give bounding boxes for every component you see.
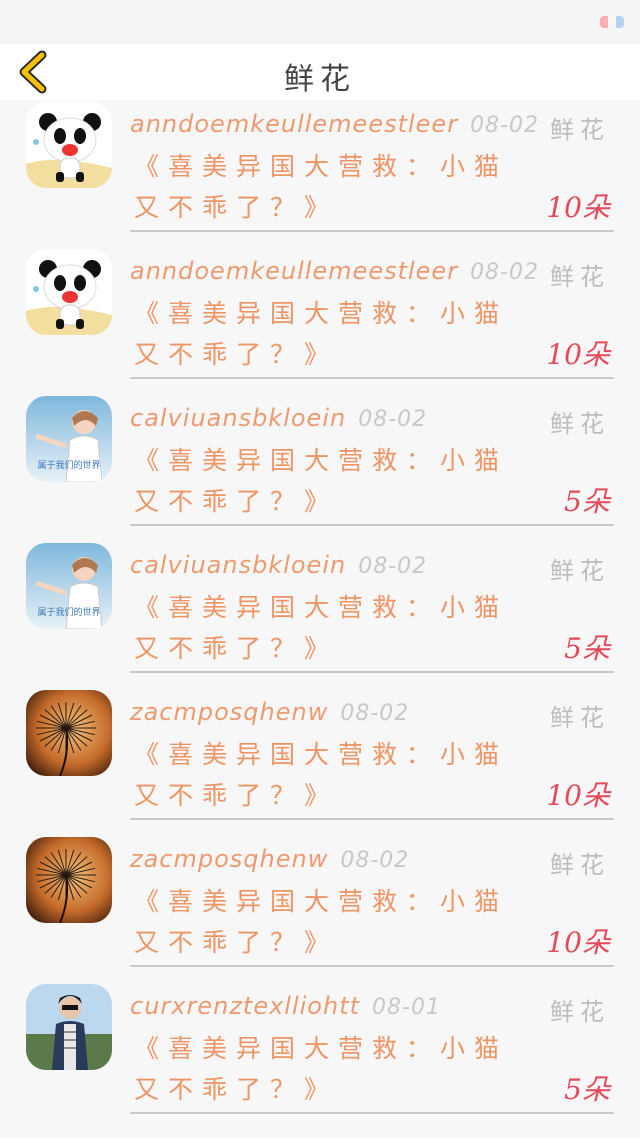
flower-label: 鲜花 <box>550 704 610 732</box>
username-text: calviuansbkloein <box>130 551 347 579</box>
username-text: anndoemkeullemeestleer <box>130 257 459 285</box>
flower-count: 10朵 <box>546 191 610 224</box>
flower-count: 10朵 <box>546 779 610 812</box>
username-text: zacmposqhenw <box>130 698 329 726</box>
flower-count: 5朵 <box>564 632 610 665</box>
date-text: 08-01 <box>372 995 441 1020</box>
divider <box>130 230 614 232</box>
list-item[interactable]: anndoemkeullemeestleer 08-02 鲜花《喜美异国大营救：小猫… <box>0 100 640 247</box>
avatar[interactable]: 属于我们的世界 <box>26 396 112 482</box>
avatar[interactable] <box>26 249 112 335</box>
date-text: 08-02 <box>358 407 428 432</box>
divider <box>130 524 614 526</box>
username-text: zacmposqhenw <box>130 845 329 873</box>
list-item[interactable]: zacmposqhenw 08-02 鲜花《喜美异国大营救：小猫又不乖了？》 10朵 <box>0 835 640 982</box>
flower-label: 鲜花 <box>550 263 610 291</box>
username: anndoemkeullemeestleer 08-02 <box>130 257 539 285</box>
list-item[interactable]: curxrenztexlliohtt 08-01 鲜花《喜美异国大营救：小猫又不乖了… <box>0 982 640 1129</box>
book-title: 《喜美异国大营救：小猫又不乖了？》 <box>134 446 509 516</box>
status-bar <box>0 0 640 44</box>
divider <box>130 377 614 379</box>
avatar[interactable]: 属于我们的世界 <box>26 543 112 629</box>
avatar[interactable] <box>26 984 112 1070</box>
list-item[interactable]: 属于我们的世界 calviuansbkloein 08-02 鲜花《喜美异国大营救：小… <box>0 394 640 541</box>
username-text: calviuansbkloein <box>130 404 347 432</box>
flower-count: 10朵 <box>546 338 610 371</box>
flower-gift-list: anndoemkeullemeestleer 08-02 鲜花 《喜美异国大营救：小猫… <box>0 100 640 1138</box>
divider <box>130 671 614 673</box>
divider <box>130 818 614 820</box>
book-title: 《喜美异国大营救：小猫又不乖了？》 <box>134 152 509 222</box>
username: zacmposqhenw 08-02 <box>130 698 409 726</box>
svg-text:属于我们的世界: 属于我们的世界 <box>37 606 100 618</box>
book-title: 《喜美异国大营救：小猫又不乖了？》 <box>134 740 509 810</box>
divider <box>130 1112 614 1114</box>
date-text: 08-02 <box>340 701 410 726</box>
username: calviuansbkloein 08-02 <box>130 404 427 432</box>
svg-text:属于我们的世界: 属于我们的世界 <box>37 459 100 471</box>
list-item-partial <box>0 1129 640 1138</box>
avatar[interactable] <box>26 837 112 923</box>
list-item[interactable]: zacmposqhenw 08-02 鲜花《喜美异国大营救：小猫又不乖了？》 10朵 <box>0 688 640 835</box>
nav-bar: 鲜花 <box>0 44 640 100</box>
flower-label: 鲜花 <box>550 557 610 585</box>
divider <box>130 965 614 967</box>
username: calviuansbkloein 08-02 <box>130 551 427 579</box>
list-item[interactable]: 属于我们的世界 calviuansbkloein 08-02 鲜花《喜美异国大营救：小… <box>0 541 640 688</box>
flower-count: 5朵 <box>564 485 610 518</box>
flower-count: 10朵 <box>546 926 610 959</box>
username-text: curxrenztexlliohtt <box>130 992 361 1020</box>
avatar[interactable] <box>26 690 112 776</box>
book-title: 《喜美异国大营救：小猫又不乖了？》 <box>134 299 509 369</box>
flower-label: 鲜花 <box>550 410 610 438</box>
date-text: 08-02 <box>470 260 539 285</box>
username-text: anndoemkeullemeestleer <box>130 110 459 138</box>
username: anndoemkeullemeestleer 08-02 <box>130 110 539 138</box>
date-text: 08-02 <box>358 554 428 579</box>
date-text: 08-02 <box>340 848 410 873</box>
avatar[interactable] <box>26 102 112 188</box>
flower-label: 鲜花 <box>550 116 610 144</box>
flower-count: 5朵 <box>564 1073 610 1106</box>
flower-label: 鲜花 <box>550 851 610 879</box>
screen: 鲜花 anndoemkeullemeestleer 08-02 鲜花 《喜美异国大营救… <box>0 0 640 1138</box>
username: zacmposqhenw 08-02 <box>130 845 409 873</box>
flower-label: 鲜花 <box>550 998 610 1026</box>
book-title: 《喜美异国大营救：小猫又不乖了？》 <box>134 1034 509 1104</box>
page-title: 鲜花 <box>284 62 356 97</box>
username: curxrenztexlliohtt 08-01 <box>130 992 441 1020</box>
book-title: 《喜美异国大营救：小猫又不乖了？》 <box>134 593 509 663</box>
list-item[interactable]: anndoemkeullemeestleer 08-02 鲜花《喜美异国大营救：小猫… <box>0 247 640 394</box>
date-text: 08-02 <box>470 113 539 138</box>
status-indicator-icon <box>600 16 624 28</box>
book-title: 《喜美异国大营救：小猫又不乖了？》 <box>134 887 509 957</box>
